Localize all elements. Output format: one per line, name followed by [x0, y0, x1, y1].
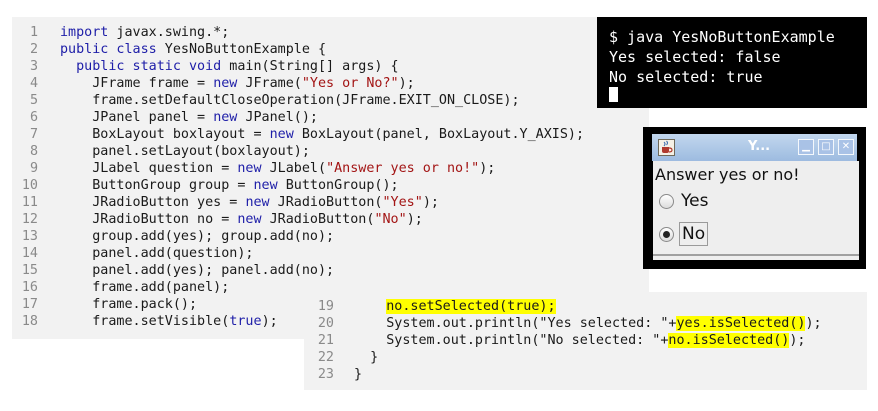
code-text: public class YesNoButtonExample { [60, 42, 327, 57]
code-text: frame.setDefaultCloseOperation(JFrame.EX… [60, 93, 520, 108]
line-number: 5 [29, 93, 38, 108]
code-line: 20 System.out.println("Yes selected: "+y… [304, 315, 867, 332]
maximize-icon[interactable]: □ [818, 139, 834, 155]
code-line: 4 JFrame frame = new JFrame("Yes or No?"… [12, 75, 649, 92]
window-bottom-border [653, 254, 859, 256]
no-radio-icon [659, 227, 674, 242]
line-number: 16 [21, 280, 38, 295]
code-text: JPanel panel = new JPanel(); [60, 110, 318, 125]
code-line: 11 JRadioButton yes = new JRadioButton("… [12, 194, 649, 211]
code-line: 21 System.out.println("No selected: "+no… [304, 332, 867, 349]
no-radio-button[interactable]: No [659, 222, 739, 246]
code-text: System.out.println("No selected: "+no.is… [354, 333, 806, 348]
code-line: 10 ButtonGroup group = new ButtonGroup()… [12, 177, 649, 194]
code-text: } [354, 367, 363, 382]
line-number: 1 [29, 25, 38, 40]
code-text: frame.setVisible(true); [60, 314, 278, 329]
line-number: 22 [317, 350, 334, 365]
line-number: 20 [317, 316, 334, 331]
line-number: 12 [21, 212, 38, 227]
window-title: Y... [748, 139, 771, 154]
line-number: 9 [29, 161, 38, 176]
code-line: 1 import javax.swing.*; [12, 24, 649, 41]
line-number: 7 [29, 127, 38, 142]
line-number: 13 [21, 229, 38, 244]
code-text: } [354, 350, 379, 365]
code-line: 2 public class YesNoButtonExample { [12, 41, 649, 58]
yes-radio-icon [659, 194, 674, 209]
code-panel-main: 1 import javax.swing.*; 2 public class YesN… [12, 17, 649, 339]
line-number: 8 [29, 144, 38, 159]
line-number: 19 [317, 299, 334, 314]
line-number: 3 [29, 59, 38, 74]
line-number: 23 [317, 367, 334, 382]
code-text: frame.add(panel); [60, 280, 230, 295]
code-text: no.setSelected(true); [386, 299, 556, 314]
code-text: panel.add(question); [60, 246, 254, 261]
question-label: Answer yes or no! [655, 165, 800, 184]
window-titlebar[interactable]: Y... ▁ □ ✕ [652, 134, 857, 161]
line-number: 11 [21, 195, 38, 210]
line-number: 6 [29, 110, 38, 125]
code-text: import javax.swing.*; [60, 25, 230, 40]
java-cup-icon[interactable] [658, 139, 675, 156]
code-line: 7 BoxLayout boxlayout = new BoxLayout(pa… [12, 126, 649, 143]
code-text: JRadioButton yes = new JRadioButton("Yes… [60, 195, 439, 210]
code-text: group.add(yes); group.add(no); [60, 229, 335, 244]
code-panel-continuation: 19 no.setSelected(true); 20 System.out.pr… [304, 292, 867, 390]
code-text: BoxLayout boxlayout = new BoxLayout(pane… [60, 127, 585, 142]
code-line: 5 frame.setDefaultCloseOperation(JFrame.… [12, 92, 649, 109]
line-number: 10 [21, 178, 38, 193]
code-line: 15 panel.add(yes); panel.add(no); [12, 262, 649, 279]
code-line: 8 panel.setLayout(boxlayout); [12, 143, 649, 160]
code-line: 22 } [304, 349, 867, 366]
code-line: 6 JPanel panel = new JPanel(); [12, 109, 649, 126]
line-number: 14 [21, 246, 38, 261]
yes-radio-button[interactable]: Yes [659, 191, 739, 213]
code-line: 9 JLabel question = new JLabel("Answer y… [12, 160, 649, 177]
swing-window: Y... ▁ □ ✕ Answer yes or no! Yes No [643, 127, 866, 269]
line-number: 2 [29, 42, 38, 57]
code-line: 13 group.add(yes); group.add(no); [12, 228, 649, 245]
code-text: ButtonGroup group = new ButtonGroup(); [60, 178, 399, 193]
line-number: 21 [317, 333, 334, 348]
terminal-line: Yes selected: false [609, 48, 781, 66]
code-text: JRadioButton no = new JRadioButton("No")… [60, 212, 423, 227]
terminal-cursor [609, 87, 618, 102]
close-icon[interactable]: ✕ [838, 139, 854, 155]
terminal-line: No selected: true [609, 68, 763, 86]
code-line: 23} [304, 366, 867, 383]
code-text: JLabel question = new JLabel("Answer yes… [60, 161, 496, 176]
code-line: 12 JRadioButton no = new JRadioButton("N… [12, 211, 649, 228]
code-text: frame.pack(); [60, 297, 198, 312]
window-content: Answer yes or no! Yes No [653, 161, 859, 260]
code-text: panel.add(yes); panel.add(no); [60, 263, 335, 278]
code-text: System.out.println("Yes selected: "+yes.… [354, 316, 822, 331]
minimize-icon[interactable]: ▁ [798, 139, 814, 155]
line-number: 15 [21, 263, 38, 278]
line-number: 18 [21, 314, 38, 329]
code-text: public static void main(String[] args) { [60, 59, 399, 74]
terminal-line: $ java YesNoButtonExample [609, 28, 835, 46]
code-line: 14 panel.add(question); [12, 245, 649, 262]
line-number: 17 [21, 297, 38, 312]
code-text: panel.setLayout(boxlayout); [60, 144, 310, 159]
line-number: 4 [29, 76, 38, 91]
yes-radio-label: Yes [681, 191, 709, 211]
code-text: JFrame frame = new JFrame("Yes or No?"); [60, 76, 415, 91]
code-line: 3 public static void main(String[] args)… [12, 58, 649, 75]
code-line: 19 no.setSelected(true); [304, 298, 867, 315]
no-radio-label: No [679, 222, 709, 246]
terminal-output: $ java YesNoButtonExample Yes selected: … [597, 17, 867, 108]
